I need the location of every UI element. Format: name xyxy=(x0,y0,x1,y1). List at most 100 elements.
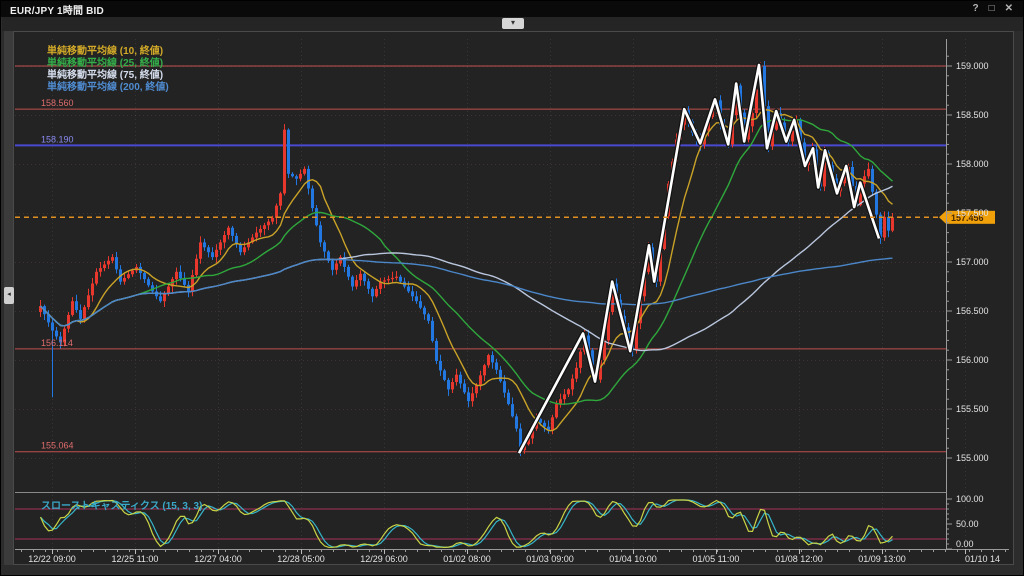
candle-body xyxy=(263,225,266,229)
candle-body xyxy=(231,228,234,236)
axis-labels: 159.000158.500158.000157.500157.000156.5… xyxy=(28,44,1000,564)
ma-25-line xyxy=(41,119,893,404)
candle-body xyxy=(83,307,86,319)
candle-body xyxy=(435,341,438,361)
candle-body xyxy=(439,361,442,370)
price-chart[interactable]: 157.456159.000158.500158.000157.500157.0… xyxy=(1,1,1024,576)
candle-body xyxy=(307,169,310,189)
candle-body xyxy=(399,277,402,282)
candle-body xyxy=(351,277,354,287)
candle-body xyxy=(499,370,502,381)
candle-body xyxy=(359,274,362,280)
candle-body xyxy=(415,296,418,301)
x-tick-label: 01/05 11:00 xyxy=(693,554,740,564)
level-lines xyxy=(15,66,946,452)
y-tick-label: 158.500 xyxy=(956,110,989,120)
candle-body xyxy=(567,389,570,394)
candle-body xyxy=(495,362,498,369)
candle-body xyxy=(207,247,210,252)
candle-body xyxy=(107,261,110,265)
candle-body xyxy=(467,392,470,401)
candle-body xyxy=(371,289,374,297)
candle-body xyxy=(575,368,578,379)
ma-75-line xyxy=(41,186,893,350)
candle-body xyxy=(71,301,74,315)
candle-body xyxy=(331,261,334,270)
candle-body xyxy=(323,242,326,251)
candle-body xyxy=(99,268,102,272)
x-tick-label: 01/09 13:00 xyxy=(858,554,906,564)
stoch-tick-label: 100.00 xyxy=(956,494,984,504)
y-tick-label: 155.000 xyxy=(956,453,989,463)
candle-body xyxy=(475,385,478,393)
x-tick-label: 12/22 09:00 xyxy=(28,554,76,564)
candle-body xyxy=(395,277,398,278)
candle-body xyxy=(871,169,874,192)
candle-body xyxy=(407,287,410,292)
candle-body xyxy=(195,259,198,275)
candle-body xyxy=(555,404,558,417)
candle-body xyxy=(267,222,270,226)
candle-body xyxy=(875,192,878,215)
moving-averages xyxy=(41,110,893,431)
candle-body xyxy=(79,310,82,319)
candle-body xyxy=(459,375,462,384)
stoch-tick-label: 50.00 xyxy=(956,519,979,529)
candle-body xyxy=(543,423,546,427)
candle-body xyxy=(179,272,182,279)
y-tick-label: 158.000 xyxy=(956,159,989,169)
candle-body xyxy=(427,314,430,321)
legend-item-ma: 単純移動平均線 (10, 終値) xyxy=(47,44,163,57)
candle-body xyxy=(571,379,574,390)
candle-body xyxy=(131,271,134,275)
candle-body xyxy=(463,384,466,393)
y-tick-label: 157.500 xyxy=(956,208,989,218)
candle-body xyxy=(487,355,490,365)
candle-body xyxy=(283,130,286,194)
candle-body xyxy=(411,291,414,296)
candle-body xyxy=(355,280,358,286)
candle-body xyxy=(159,296,162,301)
candle-body xyxy=(67,315,70,329)
candle-body xyxy=(551,417,554,430)
candle-body xyxy=(243,247,246,252)
candle-body xyxy=(887,217,890,231)
candle-body xyxy=(295,176,298,178)
candle-body xyxy=(287,130,290,174)
candle-body xyxy=(259,229,262,233)
candle-body xyxy=(303,169,306,174)
candle-body xyxy=(443,370,446,379)
level-line-label: 156.114 xyxy=(41,338,73,348)
candle-body xyxy=(111,257,114,261)
level-line-label: 158.190 xyxy=(41,134,74,144)
x-tick-label: 12/28 05:00 xyxy=(277,554,325,564)
candle-body xyxy=(563,394,566,399)
candle-body xyxy=(255,233,258,238)
candle-body xyxy=(211,252,214,257)
candle-body xyxy=(219,242,222,249)
candle-body xyxy=(455,375,458,382)
x-tick-label: 01/08 12:00 xyxy=(775,554,823,564)
candle-body xyxy=(95,272,98,284)
candle-body xyxy=(891,217,894,230)
candle-body xyxy=(115,257,118,269)
candle-body xyxy=(147,279,150,285)
candle-body xyxy=(215,250,218,257)
candle-body xyxy=(383,280,386,281)
candle-body xyxy=(503,381,506,392)
candle-body xyxy=(387,279,390,280)
candle-body xyxy=(55,331,58,337)
candle-body xyxy=(867,169,870,176)
candle-body xyxy=(199,242,202,258)
x-tick-label: 12/27 04:00 xyxy=(194,554,242,564)
candle-body xyxy=(311,189,314,209)
legend-item-ma: 単純移動平均線 (75, 終値) xyxy=(47,68,163,81)
candle-body xyxy=(87,295,90,307)
candle-body xyxy=(239,244,242,252)
candle-body xyxy=(451,382,454,389)
candle-body xyxy=(279,193,282,205)
y-tick-label: 157.000 xyxy=(956,257,989,267)
candle-body xyxy=(491,355,494,362)
candle-body xyxy=(127,274,130,278)
candle-body xyxy=(391,278,394,279)
